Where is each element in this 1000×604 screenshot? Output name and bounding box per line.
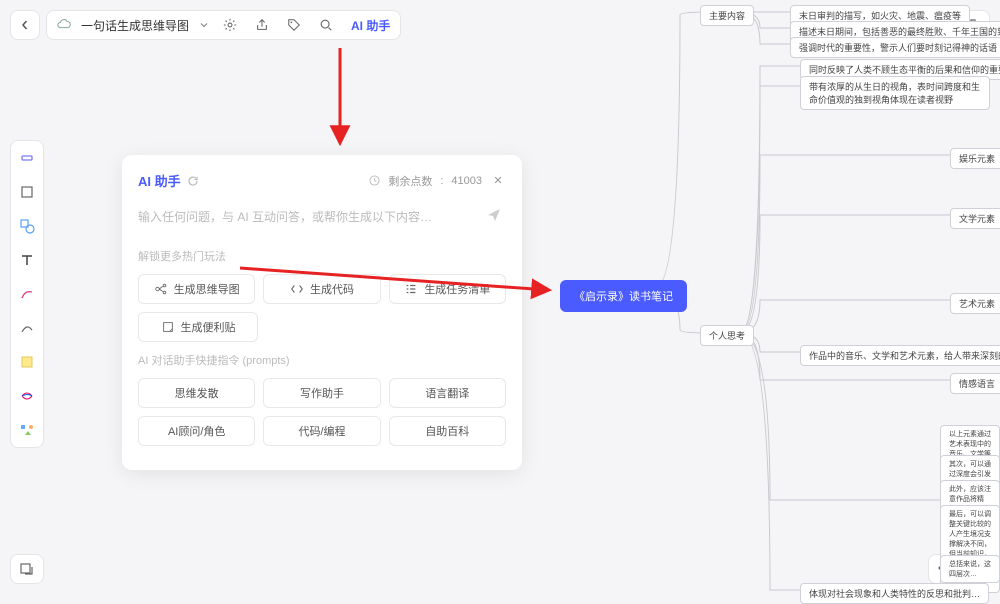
- search-icon[interactable]: [315, 14, 337, 36]
- tool-select[interactable]: [16, 147, 38, 169]
- tag-icon[interactable]: [283, 14, 305, 36]
- send-button[interactable]: [486, 207, 506, 227]
- mm-node-personal[interactable]: 个人思考: [700, 325, 754, 346]
- refresh-icon[interactable]: [187, 175, 199, 187]
- back-button[interactable]: [10, 10, 40, 40]
- mm-node[interactable]: 总括来说，这四层次…: [940, 555, 1000, 583]
- tool-mindmap[interactable]: [16, 385, 38, 407]
- mm-node[interactable]: 强调时代的重要性，警示人们要时刻记得神的话语: [790, 37, 1000, 58]
- mm-node-main-content[interactable]: 主要内容: [700, 5, 754, 26]
- cloud-icon: [57, 18, 71, 32]
- tool-frame[interactable]: [16, 181, 38, 203]
- tool-text[interactable]: [16, 249, 38, 271]
- tool-more[interactable]: [16, 419, 38, 441]
- section-prompts-label: AI 对话助手快捷指令 (prompts): [138, 352, 506, 368]
- close-button[interactable]: ✕: [490, 173, 506, 189]
- chip-coding[interactable]: 代码/编程: [263, 416, 380, 446]
- tool-sticky[interactable]: [16, 351, 38, 373]
- settings-gear-icon[interactable]: [219, 14, 241, 36]
- left-toolbox: [10, 140, 44, 448]
- chip-writing[interactable]: 写作助手: [263, 378, 380, 408]
- points-value: 41003: [451, 175, 482, 187]
- ai-panel-title: AI 助手: [138, 171, 181, 190]
- chip-mindmap[interactable]: 生成思维导图: [138, 274, 255, 304]
- chip-consult[interactable]: AI顾问/角色: [138, 416, 255, 446]
- mm-node[interactable]: 文学元素: [950, 208, 1000, 229]
- chip-tasklist[interactable]: 生成任务清单: [389, 274, 506, 304]
- chevron-down-icon: [199, 20, 209, 30]
- chip-code[interactable]: 生成代码: [263, 274, 380, 304]
- chip-translate[interactable]: 语言翻译: [389, 378, 506, 408]
- clock-icon: [369, 175, 380, 186]
- points-label: 剩余点数: [388, 173, 432, 189]
- chip-diverge[interactable]: 思维发散: [138, 378, 255, 408]
- ai-assistant-label[interactable]: AI 助手: [351, 17, 390, 34]
- layers-button[interactable]: [10, 554, 44, 584]
- mm-node[interactable]: 艺术元素: [950, 293, 1000, 314]
- chip-sticky[interactable]: 生成便利贴: [138, 312, 258, 342]
- mm-node[interactable]: 情感语言: [950, 373, 1000, 394]
- tool-shape[interactable]: [16, 215, 38, 237]
- chip-encyclopedia[interactable]: 自助百科: [389, 416, 506, 446]
- mm-node[interactable]: 娱乐元素: [950, 148, 1000, 169]
- export-icon[interactable]: [251, 14, 273, 36]
- mm-node[interactable]: 带有浓厚的从生日的视角，表时间跨度和生命价值观的独到视角体现在读者视野: [800, 76, 990, 110]
- tool-pen[interactable]: [16, 283, 38, 305]
- ai-input[interactable]: [138, 202, 478, 232]
- title-pill[interactable]: 一句话生成思维导图 AI 助手: [46, 10, 401, 40]
- section-hot-label: 解锁更多热门玩法: [138, 248, 506, 264]
- document-title: 一句话生成思维导图: [81, 17, 189, 34]
- tool-connector[interactable]: [16, 317, 38, 339]
- mindmap-central-node[interactable]: 《启示录》读书笔记: [560, 280, 687, 312]
- mm-node[interactable]: 作品中的音乐、文学和艺术元素，给人带来深刻的情感体验: [800, 345, 1000, 366]
- ai-assistant-panel: AI 助手 剩余点数: 41003 ✕ 解锁更多热门玩法 生成思维导图 生成代码…: [122, 155, 522, 470]
